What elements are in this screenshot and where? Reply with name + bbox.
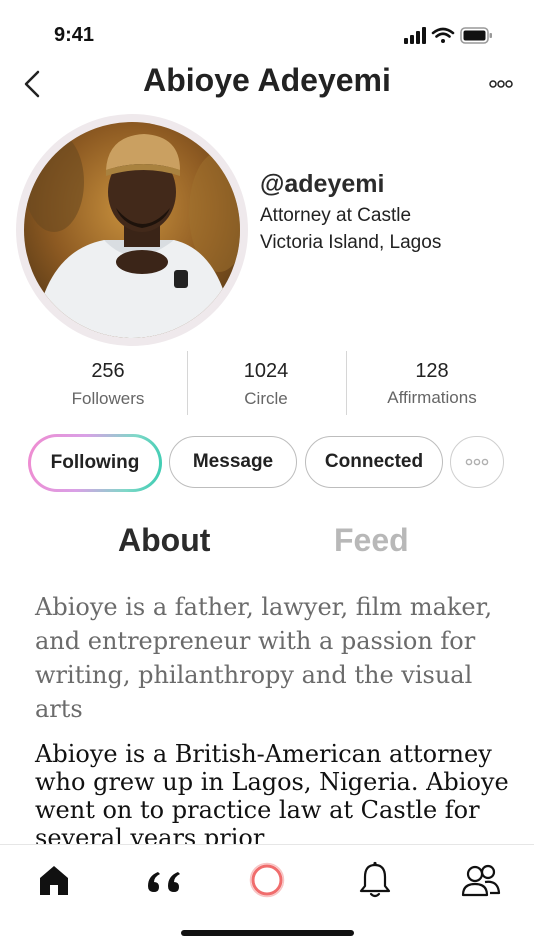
battery-icon xyxy=(460,27,492,44)
stat-affirmations[interactable]: 128 Affirmations xyxy=(352,360,512,408)
circle-icon xyxy=(249,862,285,898)
nav-circle[interactable] xyxy=(243,858,291,902)
more-options-button[interactable] xyxy=(484,72,518,96)
profile-handle: @adeyemi xyxy=(260,170,385,198)
profile-job: Attorney at Castle xyxy=(260,205,412,226)
stat-divider xyxy=(346,351,347,415)
quote-icon xyxy=(148,872,180,892)
status-time: 9:41 xyxy=(54,24,95,46)
bell-icon xyxy=(359,861,391,898)
following-button[interactable]: Following xyxy=(28,434,162,492)
home-indicator xyxy=(181,930,354,936)
people-icon xyxy=(461,864,501,897)
about-summary: Abioye is a father, lawyer, film maker, … xyxy=(35,593,493,723)
tab-feed[interactable]: Feed xyxy=(334,522,409,559)
nav-quotes[interactable] xyxy=(140,858,188,902)
connected-button[interactable]: Connected xyxy=(305,436,443,488)
signal-icon xyxy=(404,27,426,44)
nav-notifications[interactable] xyxy=(351,858,399,902)
nav-home[interactable] xyxy=(30,858,78,902)
stat-affirmations-value: 128 xyxy=(415,360,449,382)
about-details: Abioye is a British-American attorney wh… xyxy=(35,740,509,852)
message-button[interactable]: Message xyxy=(169,436,297,488)
stat-followers[interactable]: 256 Followers xyxy=(28,360,188,409)
nav-people[interactable] xyxy=(457,858,505,902)
wifi-icon xyxy=(431,27,455,43)
home-icon xyxy=(40,866,68,895)
stat-followers-value: 256 xyxy=(91,360,125,382)
status-icons xyxy=(404,26,494,46)
avatar-photo xyxy=(24,122,240,338)
more-actions-button[interactable] xyxy=(450,436,504,488)
more-horizontal-icon xyxy=(465,458,489,466)
profile-location: Victoria Island, Lagos xyxy=(260,232,442,253)
stat-circle-value: 1024 xyxy=(243,360,289,382)
following-button-label: Following xyxy=(31,437,159,489)
stat-circle[interactable]: 1024 Circle xyxy=(186,360,346,409)
page-title: Abioye Adeyemi xyxy=(143,62,391,98)
stat-followers-label: Followers xyxy=(71,389,145,408)
avatar[interactable] xyxy=(24,122,240,338)
tab-about[interactable]: About xyxy=(118,522,210,559)
more-horizontal-icon xyxy=(489,80,513,88)
stat-affirmations-label: Affirmations xyxy=(387,388,477,407)
stat-circle-label: Circle xyxy=(244,389,288,408)
